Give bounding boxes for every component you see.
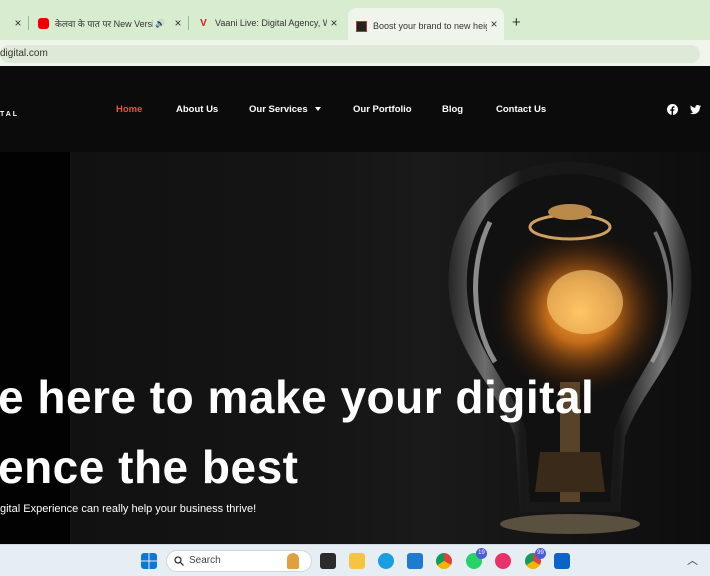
- tab-close-icon[interactable]: ×: [12, 16, 24, 30]
- chevron-up-icon[interactable]: ︿: [687, 552, 698, 568]
- taskbar-search[interactable]: Search: [166, 550, 312, 572]
- browser-tab-active[interactable]: Boost your brand to new heigh ×: [348, 8, 504, 44]
- nav-our-services-label: Our Services: [249, 104, 308, 115]
- task-view-icon[interactable]: [320, 553, 336, 569]
- audio-icon[interactable]: 🔊: [155, 19, 165, 28]
- nav-home[interactable]: Home: [116, 104, 142, 115]
- hero-section: e here to make your digital ence the bes…: [0, 152, 710, 544]
- hero-subtext: gital Experience can really help your bu…: [0, 503, 257, 515]
- media-player-icon[interactable]: [495, 553, 511, 569]
- edge-icon[interactable]: [378, 553, 394, 569]
- chrome-icon[interactable]: [436, 553, 452, 569]
- address-bar-area: digital.com: [0, 40, 710, 66]
- browser-tab-strip: × केलवा के पात पर New Versio 🔊 × V Vaani…: [0, 0, 710, 44]
- file-explorer-icon[interactable]: [349, 553, 365, 569]
- hero-headline-line2: ence the best: [0, 441, 299, 493]
- nav-our-portfolio[interactable]: Our Portfolio: [353, 104, 412, 115]
- chrome-badge: 99: [535, 548, 546, 559]
- browser-tab-2[interactable]: केलवा के पात पर New Versio 🔊 ×: [38, 10, 184, 36]
- windows-taskbar: Search 19 99 ︿: [0, 544, 710, 576]
- tab-close-icon[interactable]: ×: [488, 17, 500, 31]
- light-bulb-image: [448, 162, 692, 534]
- tab-separator: [28, 16, 29, 30]
- facebook-icon[interactable]: [667, 104, 678, 115]
- nav-our-services[interactable]: Our Services: [249, 104, 321, 115]
- outlook-icon[interactable]: [554, 553, 570, 569]
- nav-about-us[interactable]: About Us: [176, 104, 218, 115]
- url-field[interactable]: digital.com: [0, 45, 700, 63]
- nav-blog[interactable]: Blog: [442, 104, 463, 115]
- site-logo[interactable]: TAL: [0, 111, 19, 118]
- chevron-down-icon: [314, 107, 321, 112]
- site-header: TAL Home About Us Our Services Our Portf…: [0, 66, 710, 152]
- site-favicon-icon: [356, 20, 367, 32]
- tab-title: Vaani Live: Digital Agency, Web: [215, 18, 327, 28]
- vaani-logo-icon: V: [200, 17, 207, 29]
- browser-tab-1[interactable]: ×: [0, 10, 24, 36]
- url-text: digital.com: [0, 48, 48, 59]
- search-placeholder: Search: [189, 555, 221, 566]
- search-icon: [174, 556, 184, 566]
- browser-tab-3[interactable]: V Vaani Live: Digital Agency, Web ×: [198, 10, 340, 36]
- nav-contact-us[interactable]: Contact Us: [496, 104, 546, 115]
- tab-separator: [188, 16, 189, 30]
- twitter-icon[interactable]: [690, 104, 701, 115]
- vscode-icon[interactable]: [407, 553, 423, 569]
- tab-title: केलवा के पात पर New Versio: [55, 18, 153, 29]
- whatsapp-badge: 19: [476, 548, 487, 559]
- tab-title: Boost your brand to new heigh: [373, 21, 487, 31]
- hero-headline-line1: e here to make your digital: [0, 371, 595, 423]
- tab-close-icon[interactable]: ×: [328, 16, 340, 30]
- windows-start-icon[interactable]: [141, 553, 157, 569]
- search-highlight-icon: [287, 553, 299, 569]
- new-tab-button[interactable]: +: [512, 14, 521, 31]
- youtube-icon: [38, 17, 49, 29]
- tab-close-icon[interactable]: ×: [172, 16, 184, 30]
